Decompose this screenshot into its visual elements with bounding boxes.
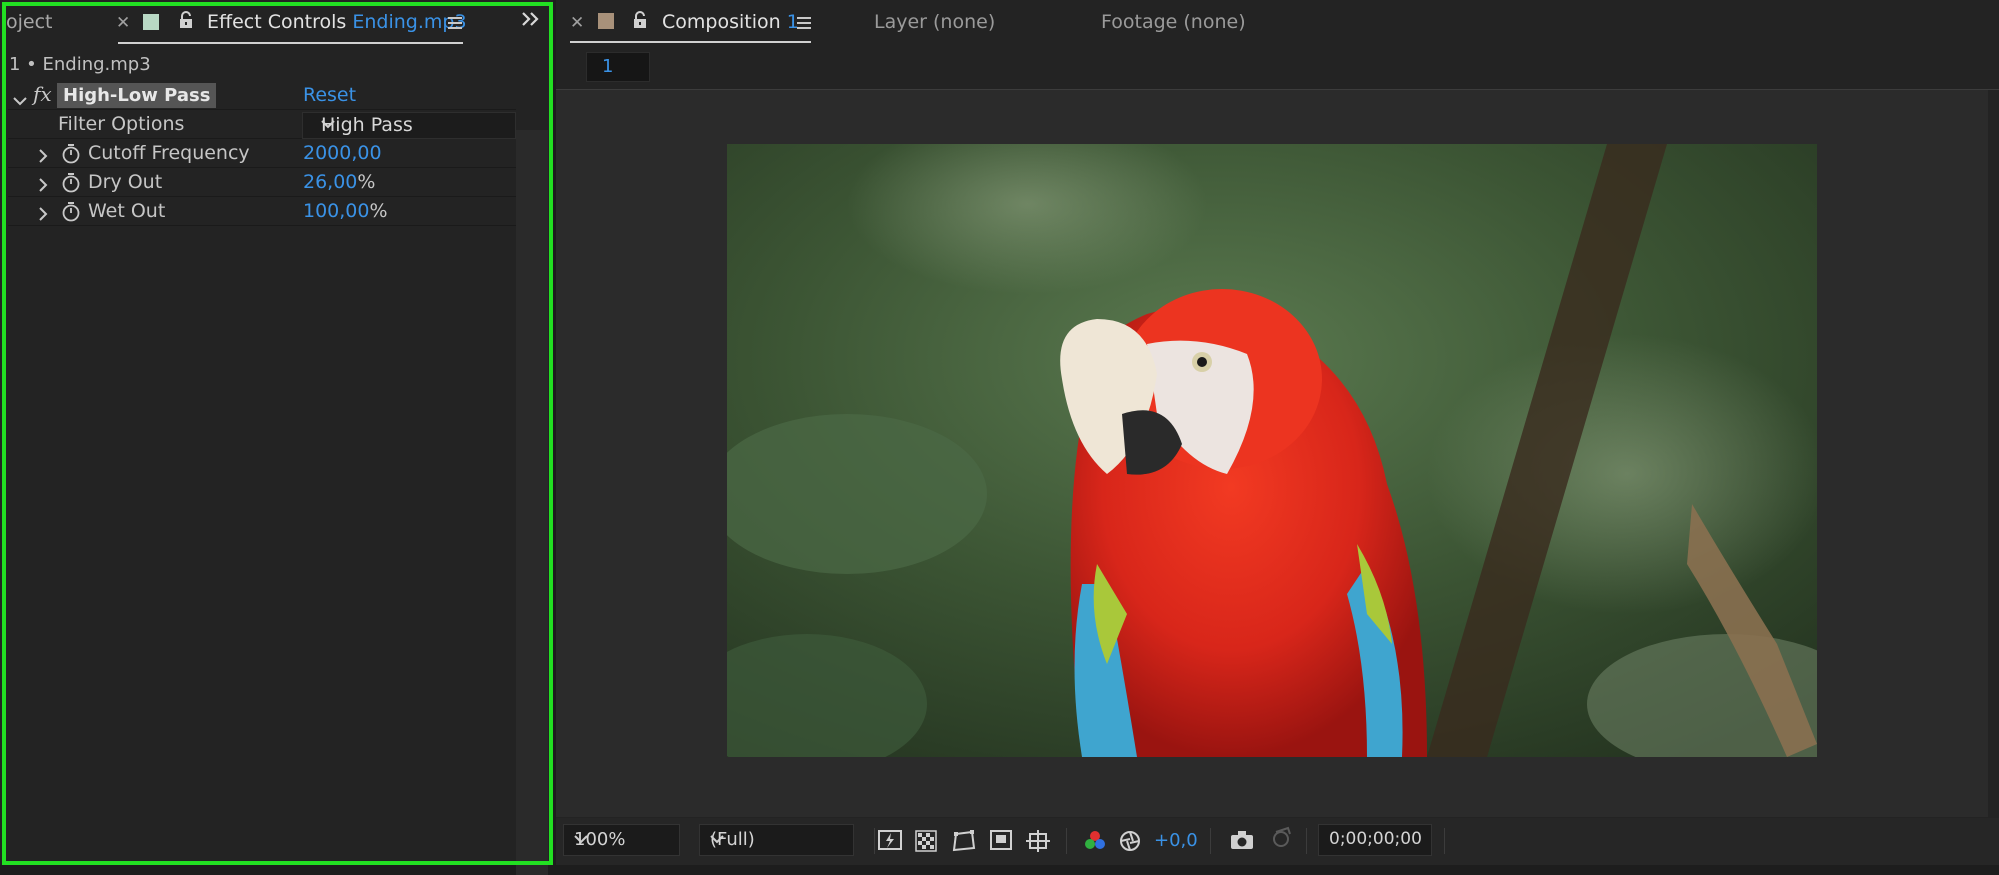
transparency-grid-icon[interactable] [915, 830, 937, 857]
toolbar-separator [874, 828, 875, 854]
tab-layer[interactable]: Layer (none) [874, 11, 995, 33]
panel-menu-icon[interactable] [448, 17, 462, 29]
param-unit: % [357, 171, 376, 193]
param-label: Wet Out [88, 200, 166, 222]
vertical-scrollbar[interactable] [516, 130, 548, 875]
timecode-value: 0;00;00;00 [1329, 829, 1422, 849]
collapse-effect-icon[interactable] [13, 89, 27, 111]
lock-icon[interactable] [632, 11, 648, 29]
tab-effect-controls-label: Effect Controls [207, 11, 347, 33]
layer-path: 1 • Ending.mp3 [9, 54, 151, 75]
tab-composition-label: Composition [662, 11, 781, 33]
parrot-footage-image [727, 144, 1817, 757]
cutoff-frequency-value[interactable]: 2000,00 [303, 142, 382, 164]
fx-toggle-icon[interactable]: fx [33, 82, 52, 106]
tab-effect-controls[interactable]: Effect Controls Ending.mp3 [207, 11, 467, 33]
grid-guides-icon[interactable] [1026, 830, 1052, 859]
region-of-interest-icon[interactable] [990, 830, 1012, 855]
effect-controls-content: 1 • Ending.mp3 fx High-Low Pass Reset Fi… [0, 48, 553, 875]
fast-previews-icon[interactable] [878, 830, 902, 857]
active-tab-indicator [118, 42, 463, 44]
param-value: 100,00 [303, 200, 370, 222]
label-color-swatch[interactable] [143, 14, 159, 30]
close-tab-icon[interactable]: ✕ [570, 13, 584, 33]
param-row-filter-options: Filter Options High Pass [8, 110, 516, 139]
chevron-right-icon[interactable] [38, 175, 48, 197]
mask-path-visibility-icon[interactable] [952, 830, 976, 857]
close-tab-icon[interactable]: ✕ [116, 13, 130, 33]
color-channels-icon[interactable] [1082, 830, 1108, 859]
active-tab-indicator [570, 41, 811, 43]
stopwatch-icon[interactable] [61, 172, 81, 199]
chevron-right-icon[interactable] [38, 146, 48, 168]
resolution-dropdown[interactable]: (Full) [699, 824, 854, 856]
composition-breadcrumb-label: 1 [602, 56, 614, 77]
tab-footage[interactable]: Footage (none) [1101, 11, 1246, 33]
lock-icon[interactable] [178, 11, 194, 29]
exposure-reset-icon[interactable] [1119, 830, 1141, 857]
composition-breadcrumb[interactable]: 1 [586, 52, 650, 82]
wet-out-value[interactable]: 100,00% [303, 200, 388, 222]
chevron-down-icon [574, 834, 671, 844]
chevron-down-icon [321, 119, 509, 129]
param-unit: % [369, 200, 388, 222]
composition-panel: ✕ Composition 1 Layer (none) Footage (no… [556, 0, 1999, 865]
tab-composition[interactable]: Composition 1 [662, 11, 799, 33]
chevron-down-icon [710, 834, 845, 844]
zoom-dropdown[interactable]: 100% [563, 824, 680, 856]
label-color-swatch[interactable] [598, 13, 614, 29]
toolbar-separator [1066, 828, 1067, 854]
effect-header-row: fx High-Low Pass Reset [8, 81, 516, 110]
param-label: Dry Out [88, 171, 163, 193]
expand-panels-icon[interactable] [521, 10, 541, 33]
param-value: 26,00 [303, 171, 358, 193]
viewer-bottom-toolbar: 100% (Full) +0,0 0;00;00;00 [556, 818, 1999, 865]
current-time-display[interactable]: 0;00;00;00 [1318, 824, 1432, 856]
param-row-cutoff-frequency: Cutoff Frequency 2000,00 [8, 139, 516, 168]
param-value: 2000,00 [303, 142, 382, 164]
panel-menu-icon[interactable] [797, 17, 811, 29]
effect-name[interactable]: High-Low Pass [57, 83, 217, 108]
exposure-value[interactable]: +0,0 [1154, 830, 1198, 851]
show-snapshot-icon[interactable] [1268, 826, 1294, 853]
dry-out-value[interactable]: 26,00% [303, 171, 375, 193]
tab-project[interactable]: oject [6, 11, 53, 33]
chevron-right-icon[interactable] [38, 204, 48, 226]
param-row-dry-out: Dry Out 26,00% [8, 168, 516, 197]
effect-controls-panel: oject ✕ Effect Controls Ending.mp3 1 • E… [0, 0, 553, 875]
camera-snapshot-icon[interactable] [1230, 830, 1254, 855]
param-row-wet-out: Wet Out 100,00% [8, 197, 516, 226]
param-label: Cutoff Frequency [88, 142, 250, 164]
toolbar-separator [1210, 828, 1211, 854]
composition-viewer[interactable] [556, 90, 1988, 817]
footage-frame[interactable] [727, 144, 1817, 757]
filter-options-dropdown[interactable]: High Pass [302, 112, 516, 139]
toolbar-separator [1306, 828, 1307, 854]
stopwatch-icon[interactable] [61, 201, 81, 228]
stopwatch-icon[interactable] [61, 143, 81, 170]
toolbar-separator [1444, 828, 1445, 854]
left-panel-tab-bar: oject ✕ Effect Controls Ending.mp3 [0, 0, 553, 48]
param-label: Filter Options [58, 113, 185, 135]
reset-button[interactable]: Reset [303, 84, 356, 106]
